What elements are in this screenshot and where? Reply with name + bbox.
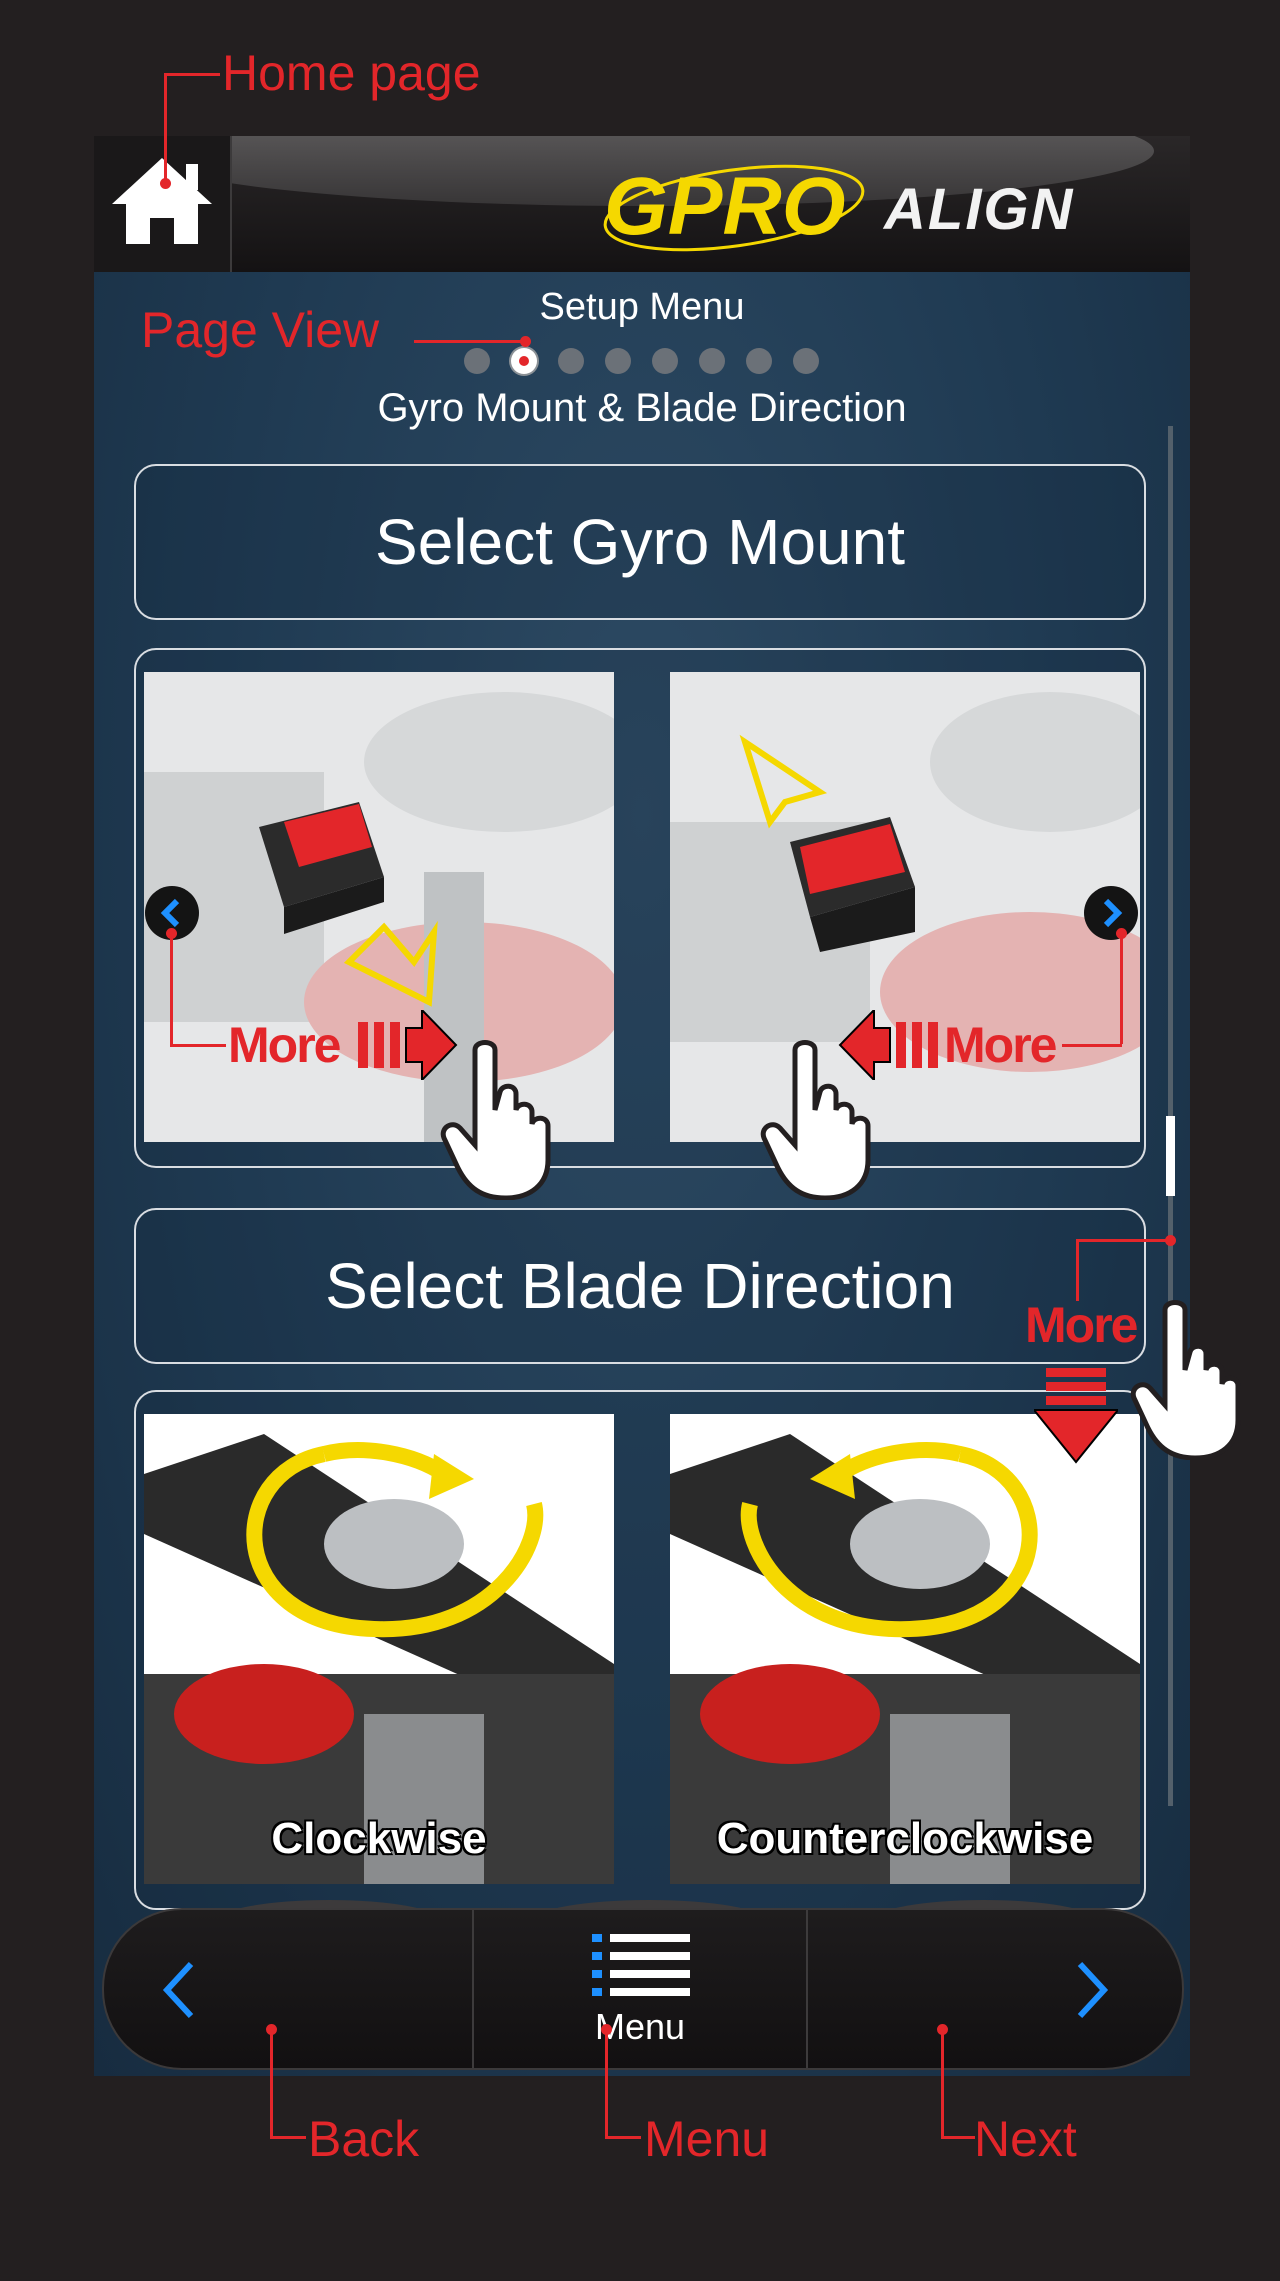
page-dot[interactable]	[652, 348, 678, 374]
blade-direction-title[interactable]: Select Blade Direction	[134, 1208, 1146, 1364]
next-button[interactable]	[808, 1910, 1182, 2068]
page-subtitle: Gyro Mount & Blade Direction	[377, 386, 907, 430]
annotation-page-view: Page View	[141, 302, 380, 358]
annotation-more-left: More	[228, 1017, 341, 1073]
annotation-line	[941, 2136, 975, 2139]
menu-icon	[592, 1934, 690, 1996]
bottom-nav-bar: Menu	[102, 1908, 1184, 2070]
annotation-line	[164, 73, 167, 181]
page-dot[interactable]	[605, 348, 631, 374]
clockwise-option[interactable]: Clockwise	[144, 1414, 614, 1884]
gyro-mount-panel	[134, 648, 1146, 1168]
menu-button[interactable]: Menu	[474, 1910, 806, 2068]
chevron-right-icon	[1103, 898, 1123, 928]
page-indicator[interactable]	[464, 348, 824, 374]
annotation-line	[270, 2028, 273, 2138]
annotation-line	[414, 340, 524, 343]
annotation-line	[170, 932, 173, 1044]
counterclockwise-label: Counterclockwise	[716, 1814, 1094, 1863]
annotation-line	[170, 1044, 226, 1047]
page-dot[interactable]	[746, 348, 772, 374]
align-logo: ALIGN	[884, 177, 1075, 242]
page-dot-active[interactable]	[511, 348, 537, 374]
annotation-home-page: Home page	[222, 45, 481, 101]
carousel-next-button[interactable]	[1084, 886, 1138, 940]
clockwise-label: Clockwise	[271, 1814, 487, 1863]
page-dot[interactable]	[699, 348, 725, 374]
annotation-line	[270, 2136, 306, 2139]
blade-direction-panel: Clockwise Counterclockwise	[134, 1390, 1146, 1910]
annotation-dot	[160, 178, 171, 189]
annotation-more-scroll: More	[1025, 1297, 1138, 1353]
annotation-next: Next	[974, 2111, 1077, 2167]
hand-pointer-icon	[1130, 1300, 1241, 1460]
annotation-back: Back	[308, 2111, 420, 2167]
hand-pointer-icon	[440, 1040, 551, 1200]
annotation-line	[1078, 1239, 1168, 1242]
menu-button-label: Menu	[594, 2006, 686, 2047]
annotation-line	[605, 2136, 641, 2139]
page-dot[interactable]	[464, 348, 490, 374]
page-dot[interactable]	[793, 348, 819, 374]
annotation-line	[605, 2028, 608, 2138]
annotation-dot	[520, 336, 531, 347]
gyro-mount-title[interactable]: Select Gyro Mount	[134, 464, 1146, 620]
annotation-line	[1076, 1239, 1079, 1301]
page-dot[interactable]	[558, 348, 584, 374]
annotation-more-right: More	[944, 1017, 1057, 1073]
scrollbar-thumb[interactable]	[1166, 1116, 1175, 1196]
back-button[interactable]	[104, 1910, 472, 2068]
annotation-line	[1120, 932, 1123, 1044]
annotation-menu: Menu	[644, 2111, 770, 2167]
annotation-line	[941, 2028, 944, 2138]
annotation-line	[164, 73, 220, 76]
header-bar: GPRO ALIGN	[94, 136, 1190, 272]
annotation-line	[1062, 1044, 1122, 1047]
counterclockwise-option[interactable]: Counterclockwise	[670, 1414, 1140, 1884]
home-icon	[112, 158, 212, 244]
gpro-logo-letter: GPRO	[604, 161, 845, 252]
arrow-down-icon	[1034, 1368, 1118, 1464]
gpro-logo: GPRO	[603, 161, 865, 252]
chevron-left-icon	[162, 1961, 194, 2019]
app-screen: GPRO ALIGN Setup Menu Gyro Mount & Blade…	[94, 136, 1190, 2076]
hand-pointer-icon	[760, 1040, 871, 1200]
chevron-right-icon	[1077, 1961, 1109, 2019]
home-button[interactable]	[94, 136, 232, 272]
